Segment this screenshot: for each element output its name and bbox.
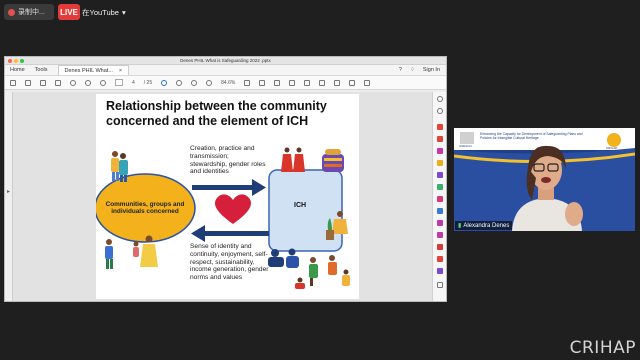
comment-icon[interactable]	[259, 79, 266, 86]
text-tool-icon[interactable]	[304, 79, 311, 86]
accessibility-icon[interactable]	[437, 268, 443, 274]
arrow-left-shaft	[205, 231, 269, 236]
document-view: ▸ Relationship between the community con…	[5, 92, 446, 301]
document-tab-label: Denes PHIL What...	[64, 67, 113, 74]
right-tools-rail	[432, 92, 446, 301]
zoom-out-icon[interactable]	[191, 79, 198, 86]
unesco-logo-text: UNESCO	[459, 144, 472, 148]
signal-icon: ▮	[458, 223, 462, 229]
create-pdf-icon[interactable]	[437, 136, 443, 142]
participant-name-tag: ▮ Alexandra Denes	[455, 221, 513, 230]
combine-files-icon[interactable]	[437, 172, 443, 178]
arrow-right-shaft	[192, 185, 252, 190]
record-dot-icon	[8, 8, 15, 16]
zoom-in-rail-icon[interactable]	[437, 96, 443, 102]
arrow-left-text: Sense of identity and continuity, enjoym…	[190, 243, 269, 282]
hand-tool-icon[interactable]	[176, 79, 183, 86]
ich-label: ICH	[294, 202, 307, 209]
acrobat-tabbar: Home Tools Denes PHIL What... × ? ♢ Sign…	[5, 65, 446, 76]
participant-name: Alexandra Denes	[463, 222, 510, 229]
tab-home[interactable]: Home	[10, 67, 25, 73]
zoom-in-icon[interactable]	[206, 79, 213, 86]
send-for-signature-icon[interactable]	[437, 232, 443, 238]
page-number-input[interactable]	[115, 79, 123, 86]
create-file-icon[interactable]	[10, 79, 16, 86]
page-current: 4	[132, 79, 135, 86]
acrobat-window: Denes PHIL What is Safeguarding 2022 .pp…	[4, 56, 447, 302]
page-up-icon[interactable]	[85, 79, 91, 86]
tab-tools[interactable]: Tools	[35, 67, 48, 73]
zoom-level[interactable]: 84.6%	[221, 80, 235, 86]
window-controls	[8, 59, 24, 63]
page-total: / 25	[143, 79, 153, 86]
live-badge[interactable]: LIVE	[58, 4, 80, 20]
export-pdf-icon[interactable]	[437, 124, 443, 130]
stream-target-menu[interactable]: 在YouTube ▾	[82, 4, 126, 20]
window-title: Denes PHIL What is Safeguarding 2022 .pp…	[180, 58, 271, 63]
tab-document[interactable]: Denes PHIL What... ×	[57, 65, 130, 75]
bell-icon[interactable]: ♢	[410, 67, 415, 73]
stamp-icon[interactable]	[319, 79, 326, 86]
highlight-icon[interactable]	[274, 79, 281, 86]
pen-icon[interactable]	[289, 79, 296, 86]
crihap-watermark: CRIHAP	[569, 338, 636, 358]
save-icon[interactable]	[25, 79, 31, 86]
banner-title: Enhancing the Capacity for Development o…	[480, 132, 583, 140]
fit-page-icon[interactable]	[244, 79, 251, 86]
arrow-right-head	[252, 179, 266, 196]
more-rail-tools-icon[interactable]	[437, 282, 443, 288]
edit-pdf-icon[interactable]	[437, 148, 443, 154]
arrow-left-head	[191, 225, 205, 242]
more-tools-icon[interactable]	[364, 79, 371, 86]
window-titlebar: Denes PHIL What is Safeguarding 2022 .pp…	[5, 57, 446, 65]
recording-indicator[interactable]: 录制中...	[4, 4, 54, 20]
expand-left-panel-icon[interactable]: ▸	[7, 188, 10, 195]
slide-page: Relationship between the community conce…	[96, 94, 359, 299]
people-illustration-top-left	[111, 151, 128, 182]
print-icon[interactable]	[40, 79, 46, 86]
speaker-video-frame	[454, 128, 635, 231]
mail-icon[interactable]	[55, 79, 61, 86]
communities-label: Communities, groups and individuals conc…	[105, 201, 185, 216]
minimize-window-button[interactable]	[14, 59, 18, 63]
arrow-right-text: Creation, practice and transmission; ste…	[190, 145, 266, 176]
maximize-window-button[interactable]	[20, 59, 24, 63]
organize-pages-icon[interactable]	[437, 184, 443, 190]
zoom-meeting-view: 录制中... LIVE 在YouTube ▾ Denes PHIL What i…	[0, 0, 640, 360]
sign-icon[interactable]	[334, 79, 341, 86]
help-icon[interactable]: ?	[399, 67, 402, 73]
ich-illustration-bottom	[268, 248, 350, 289]
acrobat-toolbar: 4 / 25 84.6%	[5, 76, 446, 90]
protect-icon[interactable]	[437, 208, 443, 214]
share-icon[interactable]	[349, 79, 356, 86]
chevron-down-icon: ▾	[121, 7, 126, 17]
select-tool-icon[interactable]	[161, 79, 168, 86]
heart-icon	[214, 194, 252, 224]
crihap-logo-text: CRIHAP	[606, 146, 618, 150]
compress-pdf-icon[interactable]	[437, 256, 443, 262]
redact-icon[interactable]	[437, 196, 443, 202]
comment-rail-icon[interactable]	[437, 160, 443, 166]
fill-sign-icon[interactable]	[437, 220, 443, 226]
stream-target-label: 在YouTube	[82, 7, 119, 17]
tabbar-right: ? ♢ Sign In	[399, 67, 446, 73]
close-window-button[interactable]	[8, 59, 12, 63]
recording-label: 录制中...	[18, 9, 45, 16]
ich-illustration-top	[281, 147, 344, 172]
scan-ocr-icon[interactable]	[437, 244, 443, 250]
left-panel-rail: ▸	[5, 92, 13, 301]
sign-in-link[interactable]: Sign In	[423, 67, 440, 73]
page-down-icon[interactable]	[100, 79, 106, 86]
search-icon[interactable]	[70, 79, 76, 86]
close-tab-icon[interactable]: ×	[119, 68, 122, 74]
zoom-out-rail-icon[interactable]	[437, 108, 443, 114]
speaker-video-tile[interactable]: Enhancing the Capacity for Development o…	[454, 128, 635, 231]
